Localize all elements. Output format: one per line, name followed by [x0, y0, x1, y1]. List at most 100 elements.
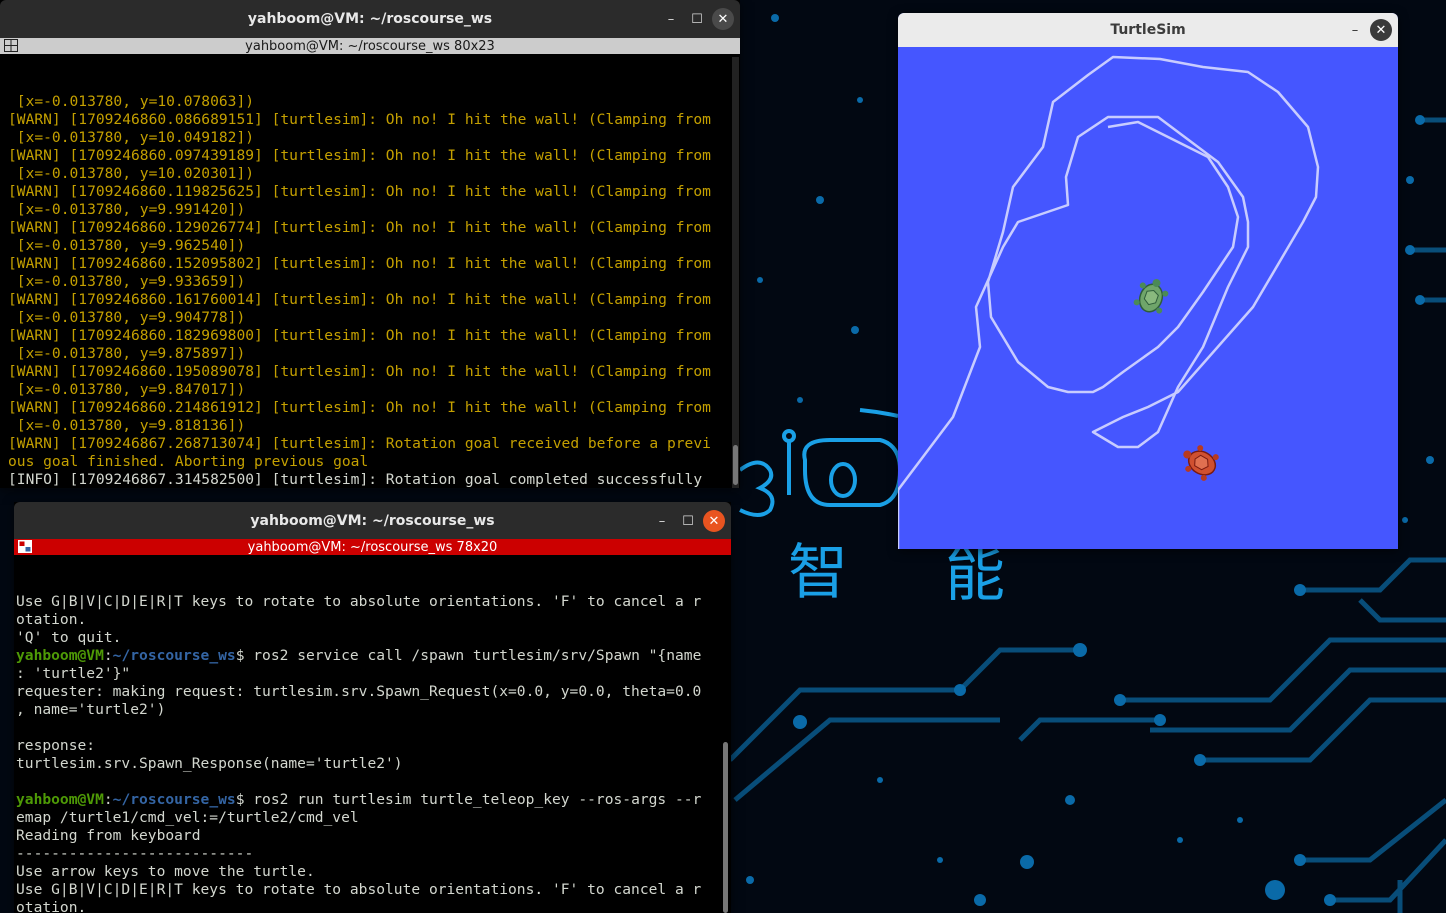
terminal-line: ous goal finished. Aborting previous goa… — [8, 453, 728, 471]
warn-log-text: [x=-0.013780, y=9.875897]) — [8, 345, 246, 362]
terminal1-window-controls: – ☐ ✕ — [660, 0, 734, 38]
terminal1-scrollbar[interactable] — [732, 57, 739, 488]
close-icon[interactable]: ✕ — [1370, 19, 1392, 41]
terminal1-title: yahboom@VM: ~/roscourse_ws — [247, 11, 493, 27]
minimize-icon[interactable]: – — [651, 510, 673, 532]
turtlesim-window: TurtleSim – ✕ — [898, 13, 1398, 549]
terminal-line: [WARN] [1709246860.086689151] [turtlesim… — [8, 111, 728, 129]
warn-log-text: [WARN] [1709246860.214861912] [turtlesim… — [8, 399, 711, 416]
split-terminal-icon[interactable] — [18, 540, 32, 553]
warn-log-text: [WARN] [1709246860.097439189] [turtlesim… — [8, 147, 711, 164]
terminal2-scroll-thumb[interactable] — [723, 742, 728, 913]
terminal-line: response: — [16, 737, 731, 755]
warn-log-text: [WARN] [1709246860.161760014] [turtlesim… — [8, 291, 711, 308]
terminal1-titlebar[interactable]: yahboom@VM: ~/roscourse_ws – ☐ ✕ — [0, 0, 740, 38]
turtlesim-title: TurtleSim — [1110, 22, 1186, 38]
terminal-line: Use G|B|V|C|D|E|R|T keys to rotate to ab… — [16, 881, 731, 899]
prompt-path: ~/roscourse_ws — [112, 791, 236, 808]
terminal-line: yahboom@VM:~/roscourse_ws$ ros2 run turt… — [16, 791, 702, 808]
minimize-icon[interactable]: – — [660, 8, 682, 30]
terminal-line: [x=-0.013780, y=10.049182]) — [8, 129, 728, 147]
warn-log-text: [x=-0.013780, y=9.847017]) — [8, 381, 246, 398]
terminal1-output[interactable]: [x=-0.013780, y=10.078063]) [WARN] [17092… — [0, 57, 740, 488]
terminal2-window-controls: – ☐ ✕ — [651, 502, 725, 540]
close-icon[interactable]: ✕ — [712, 8, 734, 30]
output-text: Use G|B|V|C|D|E|R|T keys to rotate to ab… — [16, 593, 702, 610]
output-text: Use G|B|V|C|D|E|R|T keys to rotate to ab… — [16, 881, 702, 898]
warn-log-text: [x=-0.013780, y=9.904778]) — [8, 309, 246, 326]
output-text: Reading from keyboard — [16, 827, 201, 844]
terminal2-output[interactable]: Use G|B|V|C|D|E|R|T keys to rotate to ab… — [14, 557, 731, 913]
warn-log-text: [WARN] [1709246860.086689151] [turtlesim… — [8, 111, 711, 128]
turtle1-icon — [1133, 278, 1169, 314]
terminal-line: [x=-0.013780, y=9.847017]) — [8, 381, 728, 399]
output-text: emap /turtle1/cmd_vel:=/turtle2/cmd_vel — [16, 809, 359, 826]
terminal-line: [INFO] [1709246867.314582500] [turtlesim… — [8, 471, 728, 488]
split-terminal-icon[interactable] — [4, 39, 18, 52]
terminal-line: [x=-0.013780, y=10.020301]) — [8, 165, 728, 183]
turtlesim-window-controls: – ✕ — [1344, 13, 1392, 47]
terminal1-scroll-thumb[interactable] — [733, 445, 738, 485]
turtlesim-titlebar[interactable]: TurtleSim – ✕ — [898, 13, 1398, 47]
terminal1-tab-bar[interactable]: yahboom@VM: ~/roscourse_ws 80x23 — [0, 38, 740, 54]
minimize-icon[interactable]: – — [1344, 19, 1366, 41]
terminal-line: turtlesim.srv.Spawn_Response(name='turtl… — [16, 755, 731, 773]
warn-log-text: [WARN] [1709246860.195089078] [turtlesim… — [8, 363, 711, 380]
turtle2-icon — [1183, 445, 1219, 481]
maximize-icon[interactable]: ☐ — [686, 8, 708, 30]
terminal-line: [WARN] [1709246860.182969800] [turtlesim… — [8, 327, 728, 345]
output-text: [INFO] [1709246867.314582500] [turtlesim… — [8, 471, 703, 488]
warn-log-text: [x=-0.013780, y=9.818136]) — [8, 417, 246, 434]
terminal-line: otation. — [16, 899, 731, 913]
terminal-line: [WARN] [1709246860.195089078] [turtlesim… — [8, 363, 728, 381]
terminal-line: [x=-0.013780, y=9.818136]) — [8, 417, 728, 435]
output-text: --------------------------- — [16, 845, 254, 862]
terminal2-titlebar[interactable]: yahboom@VM: ~/roscourse_ws – ☐ ✕ — [14, 502, 731, 540]
warn-log-text: [x=-0.013780, y=10.020301]) — [8, 165, 255, 182]
command-text: $ ros2 service call /spawn turtlesim/srv… — [235, 647, 702, 664]
terminal1-tab-title: yahboom@VM: ~/roscourse_ws 80x23 — [245, 38, 495, 54]
command-text: $ ros2 run turtlesim turtle_teleop_key -… — [235, 791, 702, 808]
terminal-line: [x=-0.013780, y=9.933659]) — [8, 273, 728, 291]
terminal-line: [x=-0.013780, y=9.962540]) — [8, 237, 728, 255]
terminal-line: Reading from keyboard — [16, 827, 731, 845]
terminal-line: [x=-0.013780, y=10.078063]) — [8, 93, 728, 111]
terminal2-tab-bar[interactable]: yahboom@VM: ~/roscourse_ws 78x20 — [14, 539, 731, 555]
terminal-line: emap /turtle1/cmd_vel:=/turtle2/cmd_vel — [16, 809, 731, 827]
output-text: requester: making request: turtlesim.srv… — [16, 683, 702, 700]
terminal-line: [x=-0.013780, y=9.991420]) — [8, 201, 728, 219]
prompt-path: ~/roscourse_ws — [112, 647, 236, 664]
terminal-window-1: yahboom@VM: ~/roscourse_ws – ☐ ✕ yahboom… — [0, 0, 740, 488]
terminal-line: [WARN] [1709246860.214861912] [turtlesim… — [8, 399, 728, 417]
warn-log-text: [WARN] [1709246860.182969800] [turtlesim… — [8, 327, 711, 344]
terminal-line: 'Q' to quit. — [16, 629, 731, 647]
warn-log-text: [WARN] [1709246867.268713074] [turtlesim… — [8, 435, 711, 452]
terminal-line: [WARN] [1709246860.097439189] [turtlesim… — [8, 147, 728, 165]
terminal-line: yahboom@VM:~/roscourse_ws$ ros2 service … — [16, 647, 702, 664]
warn-log-text: [x=-0.013780, y=9.991420]) — [8, 201, 246, 218]
terminal-window-2: yahboom@VM: ~/roscourse_ws – ☐ ✕ yahboom… — [14, 502, 731, 913]
output-text: otation. — [16, 899, 87, 913]
wallpaper-char-2: 能 — [945, 540, 1005, 610]
prompt-user: yahboom@VM — [16, 791, 104, 808]
terminal-line: --------------------------- — [16, 845, 731, 863]
warn-log-text: [x=-0.013780, y=10.078063]) — [8, 93, 255, 110]
terminal-line: [WARN] [1709246867.268713074] [turtlesim… — [8, 435, 728, 453]
wallpaper-char-1: 智 — [788, 538, 848, 608]
terminal-line: [x=-0.013780, y=9.904778]) — [8, 309, 728, 327]
close-icon[interactable]: ✕ — [703, 510, 725, 532]
terminal-line: : 'turtle2'}" — [16, 665, 731, 683]
warn-log-text: [x=-0.013780, y=9.933659]) — [8, 273, 246, 290]
maximize-icon[interactable]: ☐ — [677, 510, 699, 532]
output-text: otation. — [16, 611, 87, 628]
terminal-line: Use G|B|V|C|D|E|R|T keys to rotate to ab… — [16, 593, 731, 611]
terminal-line: [x=-0.013780, y=9.875897]) — [8, 345, 728, 363]
terminal-line: [WARN] [1709246860.152095802] [turtlesim… — [8, 255, 728, 273]
warn-log-text: [WARN] [1709246860.152095802] [turtlesim… — [8, 255, 711, 272]
terminal-line: , name='turtle2') — [16, 701, 731, 719]
output-text: Use arrow keys to move the turtle. — [16, 863, 315, 880]
output-text: response: — [16, 737, 96, 754]
terminal2-tab-title: yahboom@VM: ~/roscourse_ws 78x20 — [247, 539, 498, 555]
output-text: : 'turtle2'}" — [16, 665, 131, 682]
